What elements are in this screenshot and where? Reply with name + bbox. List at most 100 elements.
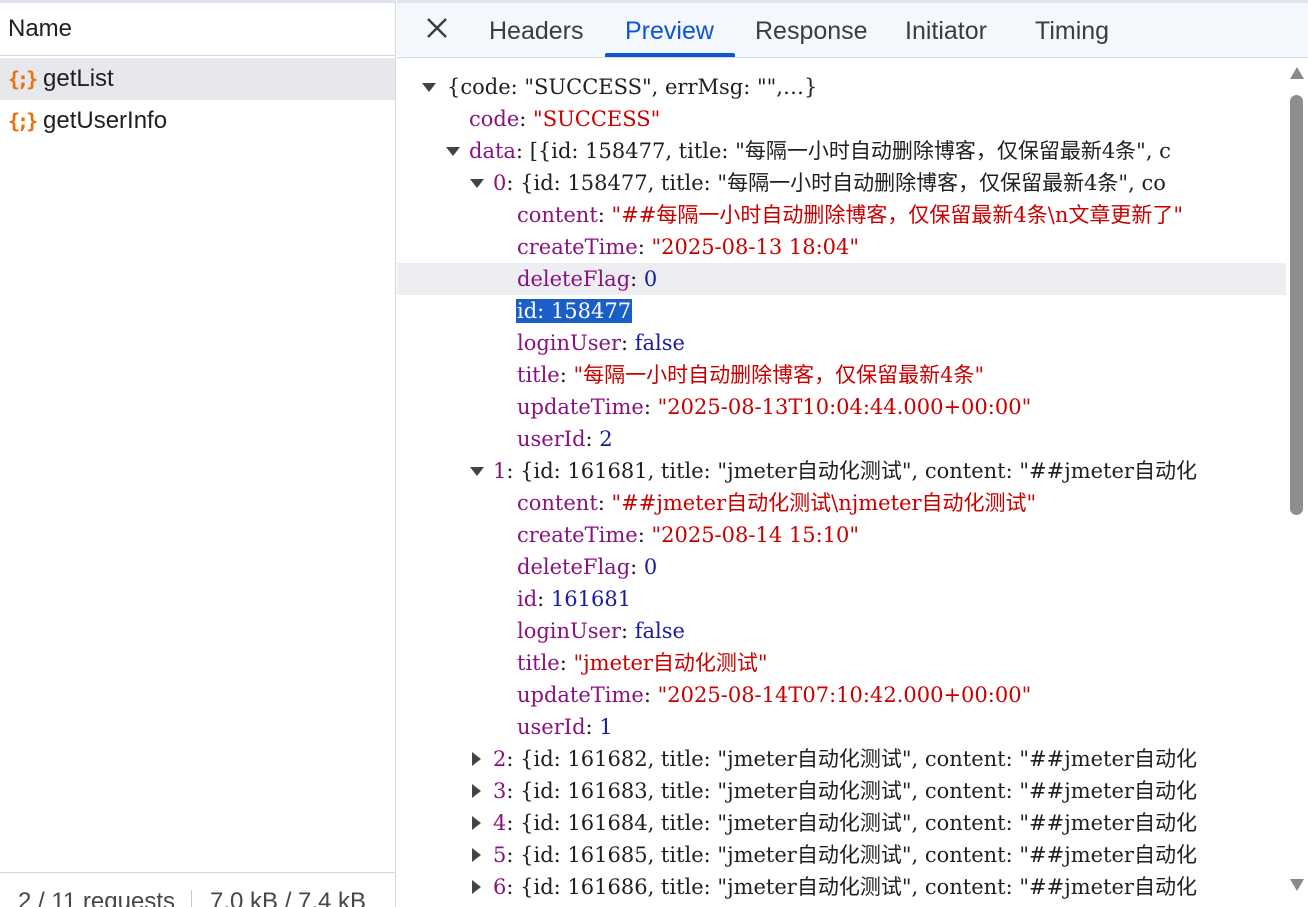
node-index: 3 bbox=[493, 779, 507, 803]
request-row-getuserinfo[interactable]: {;} getUserInfo bbox=[0, 100, 395, 142]
node-summary: {id: 161686, title: "jmeter自动化测试", conte… bbox=[520, 875, 1197, 899]
node-index: 5 bbox=[493, 843, 507, 867]
scrollbar-thumb[interactable] bbox=[1290, 95, 1303, 515]
field-key: updateTime bbox=[517, 395, 644, 419]
tree-field-hovered[interactable]: deleteFlag: 0 bbox=[397, 263, 1286, 295]
tree-node-item-3[interactable]: 3: {id: 161683, title: "jmeter自动化测试", co… bbox=[397, 775, 1286, 807]
field-value: 0 bbox=[643, 555, 658, 579]
tab-headers[interactable]: Headers bbox=[489, 3, 584, 57]
field-key: id bbox=[517, 299, 538, 323]
tree-field[interactable]: deleteFlag: 0 bbox=[397, 551, 1286, 583]
field-key: code bbox=[469, 107, 520, 131]
field-value: 0 bbox=[643, 267, 658, 291]
json-preview-tree: {code: "SUCCESS", errMsg: "",…} code: "S… bbox=[397, 59, 1286, 907]
tree-field[interactable]: content: "##每隔一小时自动删除博客，仅保留最新4条\n文章更新了" bbox=[397, 199, 1286, 231]
json-icon: {;} bbox=[8, 67, 38, 91]
field-key: id bbox=[517, 587, 538, 611]
field-value: false bbox=[634, 619, 685, 643]
collapse-toggle-icon[interactable] bbox=[469, 871, 485, 903]
tree-field[interactable]: updateTime: "2025-08-14T07:10:42.000+00:… bbox=[397, 679, 1286, 711]
field-value: 1 bbox=[599, 715, 613, 739]
expand-toggle-icon[interactable] bbox=[469, 167, 485, 199]
node-index: 4 bbox=[493, 811, 507, 835]
field-key: deleteFlag bbox=[517, 555, 631, 579]
field-key: loginUser bbox=[517, 619, 621, 643]
field-value: "##jmeter自动化测试\njmeter自动化测试" bbox=[611, 491, 1037, 515]
tree-node-item-0[interactable]: 0: {id: 158477, title: "每隔一小时自动删除博客，仅保留最… bbox=[397, 167, 1286, 199]
node-index: 2 bbox=[493, 747, 507, 771]
node-index: 1 bbox=[493, 459, 507, 483]
field-key: content bbox=[517, 203, 598, 227]
field-value: "2025-08-13T10:04:44.000+00:00" bbox=[657, 395, 1032, 419]
tree-node-item-2[interactable]: 2: {id: 161682, title: "jmeter自动化测试", co… bbox=[397, 743, 1286, 775]
request-list-pane: Name {;} getList {;} getUserInfo 2 / 11 … bbox=[0, 0, 396, 907]
tree-field-selected[interactable]: id: 158477 bbox=[397, 295, 1286, 327]
field-value: 161681 bbox=[550, 587, 632, 611]
field-key: loginUser bbox=[517, 331, 621, 355]
tree-field[interactable]: createTime: "2025-08-13 18:04" bbox=[397, 231, 1286, 263]
tree-field[interactable]: title: "每隔一小时自动删除博客，仅保留最新4条" bbox=[397, 359, 1286, 391]
collapse-toggle-icon[interactable] bbox=[469, 743, 485, 775]
json-icon: {;} bbox=[8, 109, 38, 133]
tab-preview[interactable]: Preview bbox=[625, 3, 714, 57]
tree-field[interactable]: userId: 1 bbox=[397, 711, 1286, 743]
close-icon[interactable] bbox=[425, 14, 449, 42]
node-summary: {id: 161685, title: "jmeter自动化测试", conte… bbox=[520, 843, 1197, 867]
tree-field[interactable]: userId: 2 bbox=[397, 423, 1286, 455]
request-name: getList bbox=[43, 65, 114, 92]
field-value: false bbox=[634, 331, 685, 355]
tree-field-code[interactable]: code: "SUCCESS" bbox=[397, 103, 1286, 135]
field-value: "SUCCESS" bbox=[533, 107, 661, 131]
tab-timing[interactable]: Timing bbox=[1035, 3, 1109, 57]
tree-field[interactable]: title: "jmeter自动化测试" bbox=[397, 647, 1286, 679]
node-summary: {id: 161681, title: "jmeter自动化测试", conte… bbox=[520, 459, 1197, 483]
field-key: createTime bbox=[517, 235, 638, 259]
collapse-toggle-icon[interactable] bbox=[469, 839, 485, 871]
field-value: "每隔一小时自动删除博客，仅保留最新4条" bbox=[573, 363, 985, 387]
request-row-getlist[interactable]: {;} getList bbox=[0, 58, 395, 100]
field-value: "jmeter自动化测试" bbox=[573, 651, 768, 675]
expand-toggle-icon[interactable] bbox=[469, 455, 485, 487]
detail-tabbar: Headers Preview Response Initiator Timin… bbox=[397, 0, 1308, 58]
name-column-header[interactable]: Name bbox=[0, 3, 395, 56]
tree-field[interactable]: updateTime: "2025-08-13T10:04:44.000+00:… bbox=[397, 391, 1286, 423]
expand-toggle-icon[interactable] bbox=[445, 135, 461, 167]
tree-node-item-4[interactable]: 4: {id: 161684, title: "jmeter自动化测试", co… bbox=[397, 807, 1286, 839]
network-status-bar: 2 / 11 requests 7.0 kB / 7.4 kB bbox=[0, 872, 395, 907]
tree-node-item-6[interactable]: 6: {id: 161686, title: "jmeter自动化测试", co… bbox=[397, 871, 1286, 903]
text-selection: id: 158477 bbox=[516, 299, 633, 323]
node-summary: {id: 161683, title: "jmeter自动化测试", conte… bbox=[520, 779, 1197, 803]
tree-field[interactable]: content: "##jmeter自动化测试\njmeter自动化测试" bbox=[397, 487, 1286, 519]
tree-root[interactable]: {code: "SUCCESS", errMsg: "",…} bbox=[397, 71, 1286, 103]
request-detail-pane: Headers Preview Response Initiator Timin… bbox=[397, 0, 1308, 907]
node-index: 0 bbox=[493, 171, 507, 195]
expand-toggle-icon[interactable] bbox=[421, 71, 437, 103]
collapse-toggle-icon[interactable] bbox=[469, 807, 485, 839]
node-summary: {id: 161684, title: "jmeter自动化测试", conte… bbox=[520, 811, 1197, 835]
tree-node-item-5[interactable]: 5: {id: 161685, title: "jmeter自动化测试", co… bbox=[397, 839, 1286, 871]
tree-field[interactable]: loginUser: false bbox=[397, 615, 1286, 647]
tab-response[interactable]: Response bbox=[755, 3, 868, 57]
tab-initiator[interactable]: Initiator bbox=[905, 3, 987, 57]
tree-field[interactable]: loginUser: false bbox=[397, 327, 1286, 359]
field-key: userId bbox=[517, 715, 586, 739]
field-value: 2 bbox=[599, 427, 613, 451]
tree-field[interactable]: id: 161681 bbox=[397, 583, 1286, 615]
tree-node-item-1[interactable]: 1: {id: 161681, title: "jmeter自动化测试", co… bbox=[397, 455, 1286, 487]
tree-node-data[interactable]: data: [{id: 158477, title: "每隔一小时自动删除博客，… bbox=[397, 135, 1286, 167]
node-summary: {id: 158477, title: "每隔一小时自动删除博客，仅保留最新4条… bbox=[520, 171, 1166, 195]
request-count: 2 / 11 requests bbox=[18, 888, 175, 907]
field-key: title bbox=[517, 363, 560, 387]
field-key: updateTime bbox=[517, 683, 644, 707]
collapse-toggle-icon[interactable] bbox=[469, 775, 485, 807]
request-name: getUserInfo bbox=[43, 107, 168, 134]
field-value: "2025-08-13 18:04" bbox=[651, 235, 860, 259]
tree-field[interactable]: createTime: "2025-08-14 15:10" bbox=[397, 519, 1286, 551]
field-value: "2025-08-14T07:10:42.000+00:00" bbox=[657, 683, 1032, 707]
scroll-up-arrow-icon[interactable] bbox=[1290, 67, 1304, 79]
scroll-down-arrow-icon[interactable] bbox=[1290, 879, 1304, 891]
vertical-scrollbar[interactable] bbox=[1286, 59, 1308, 907]
node-summary: [{id: 158477, title: "每隔一小时自动删除博客，仅保留最新4… bbox=[529, 139, 1171, 163]
field-key: createTime bbox=[517, 523, 638, 547]
node-index: 6 bbox=[493, 875, 507, 899]
